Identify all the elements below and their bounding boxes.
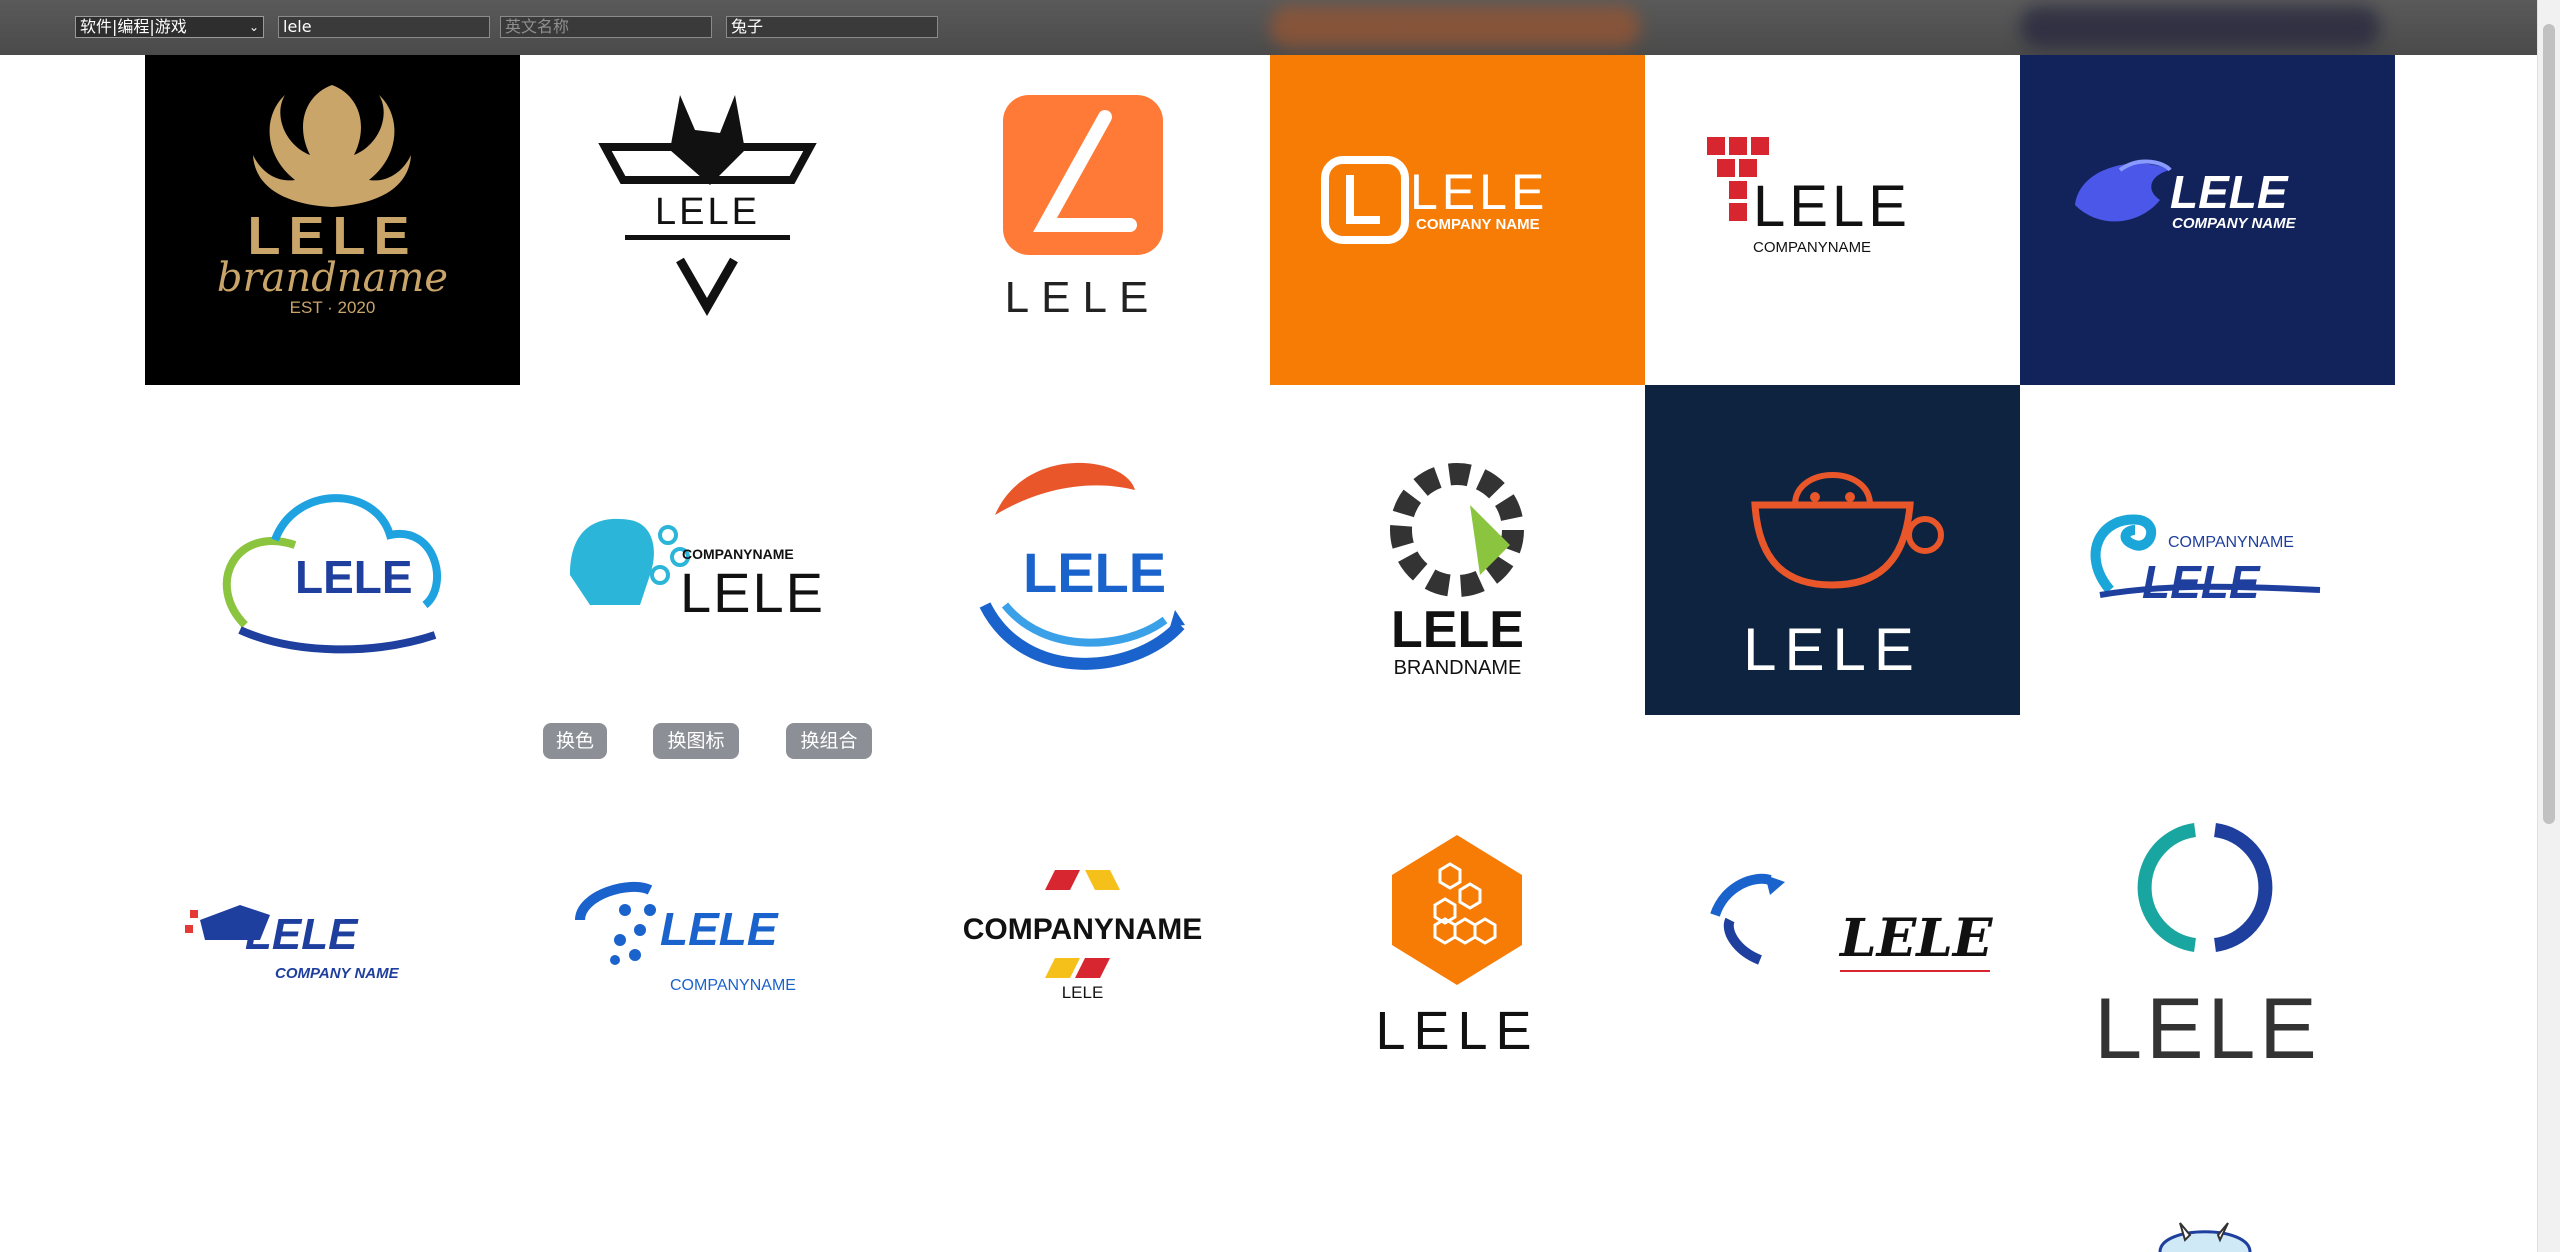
logo-ring[interactable]: LELE [2020,780,2395,1110]
logo-name: LELE [1840,908,1993,969]
logo-subname: LELE [1061,983,1104,1002]
keyword-input-value: lele [283,17,312,36]
logo-ai-head[interactable]: LELE COMPANYNAME [520,385,895,715]
logo-name: LELE [1410,164,1549,220]
scrollbar-thumb[interactable] [2543,24,2555,824]
toolbar-glow-decoration [1270,6,1640,48]
logo-phoenix[interactable]: LELE brandname EST · 2020 [145,55,520,385]
logo-name: LELE [2142,556,2260,608]
logo-cloud[interactable]: LELE [145,385,520,715]
top-toolbar: 软件|编程|游戏 ⌄ lele 英文名称 兔子 [0,0,2538,55]
logo-name: LELE [1004,273,1161,322]
chevron-down-icon: ⌄ [248,20,259,34]
logo-orange-l[interactable]: LELE COMPANY NAME [1270,55,1645,385]
logo-rabbit-partial[interactable] [2150,1215,2260,1252]
logo-gear[interactable]: LELE BRANDNAME [1270,385,1645,715]
logo-red-pixel[interactable]: LELE COMPANYNAME [1645,55,2020,385]
logo-name: LELE [680,561,825,624]
logo-subname: BRANDNAME [1393,657,1522,679]
logo-navy-wave[interactable]: LELE COMPANY NAME [2020,55,2395,385]
logo-name: LELE [2094,981,2321,1077]
logo-name: COMPANYNAME [962,913,1203,946]
logo-subname: COMPANYNAME [670,977,796,994]
mascot-input[interactable]: 兔子 [726,16,938,38]
logo-square-l[interactable]: LELE [895,55,1270,385]
logo-hex-honey[interactable]: LELE [1270,780,1645,1110]
logo-name: LELE [655,191,760,233]
rabbit-icon [2158,1222,2252,1252]
english-name-input[interactable]: 英文名称 [500,16,712,38]
keyword-input[interactable]: lele [278,16,490,38]
change-icon-button[interactable]: 换图标 [653,723,739,759]
logo-blue-swirl[interactable]: LELE COMPANYNAME [2020,385,2395,715]
logo-name: LELE [1375,1001,1540,1061]
logo-globe-swoosh[interactable]: LELE [895,385,1270,715]
logo-diamond[interactable]: COMPANYNAME LELE [895,780,1270,1110]
category-select-value: 软件|编程|游戏 [80,17,187,36]
logo-name: LELE [1743,616,1922,683]
logo-name: LELE [295,551,413,603]
logo-name: LELE [1391,601,1524,659]
logo-wolf[interactable]: LELE [520,55,895,385]
logo-subname: COMPANYNAME [1753,239,1872,256]
logo-name: LELE [1753,174,1911,239]
logo-subname: brandname [216,255,449,301]
change-color-button[interactable]: 换色 [543,723,607,759]
logo-est: EST · 2020 [289,298,376,317]
logo-bull[interactable]: LELE COMPANY NAME [145,780,520,1110]
logo-subname: COMPANY NAME [1416,216,1540,233]
logo-dot-globe[interactable]: LELE COMPANYNAME [520,780,895,1110]
logo-name: LELE [1023,541,1167,604]
logo-subname: COMPANYNAME [2168,534,2294,551]
logo-name: LELE [660,903,778,955]
letter-l-icon [1003,95,1163,255]
logo-name: LELE [245,910,358,959]
toolbar-glow-decoration [2020,6,2380,48]
logo-subname: COMPANY NAME [275,965,399,982]
logo-cup-monster[interactable]: LELE [1645,385,2020,715]
logo-name: LELE [2170,166,2288,218]
category-select[interactable]: 软件|编程|游戏 ⌄ [75,16,264,38]
logo-subname: COMPANY NAME [2172,215,2296,232]
scrollbar[interactable] [2537,0,2560,1252]
english-name-placeholder: 英文名称 [505,17,570,36]
logo-arrows[interactable]: LELE [1645,780,2020,1110]
mascot-input-value: 兔子 [731,17,764,36]
logo-subname: COMPANYNAME [682,546,794,562]
change-combo-button[interactable]: 换组合 [786,723,872,759]
